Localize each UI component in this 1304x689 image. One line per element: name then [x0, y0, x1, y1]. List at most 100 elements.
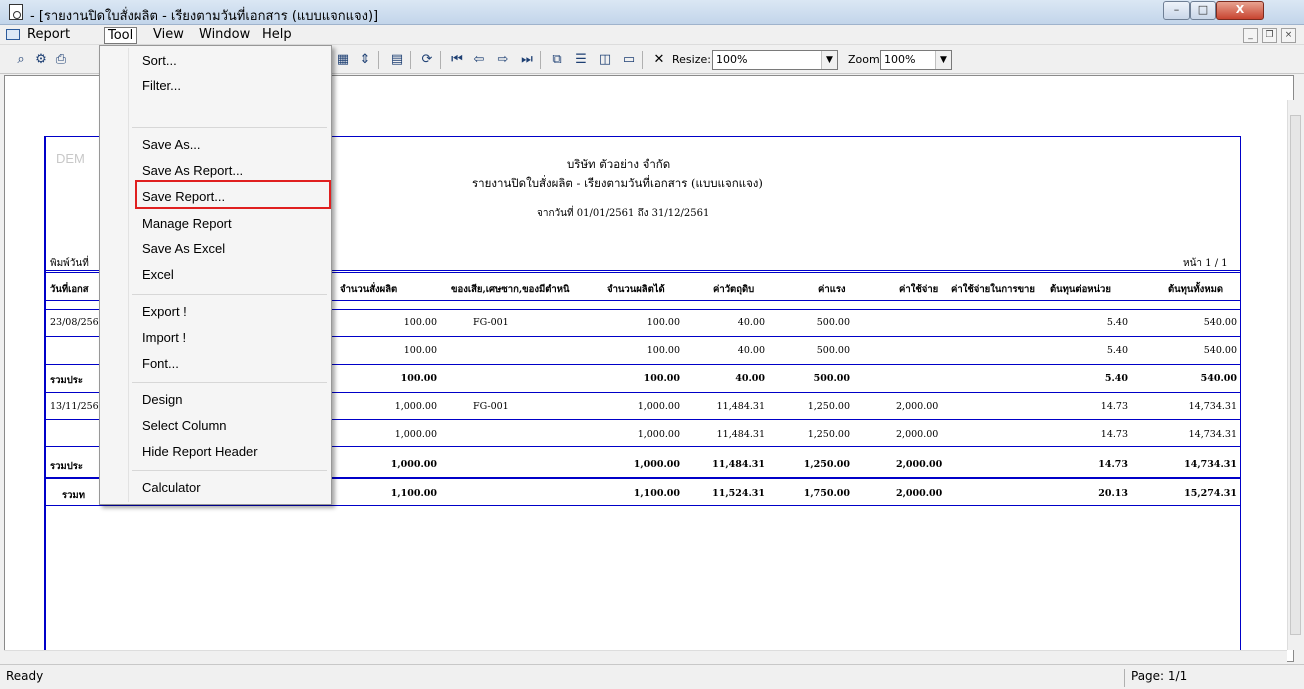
cell-unit-cost: 20.13 [1098, 488, 1128, 499]
mdi-close-button[interactable]: × [1281, 28, 1296, 43]
menu-item-design[interactable]: Design [142, 392, 182, 407]
status-page: Page: 1/1 [1124, 669, 1274, 687]
maximize-button[interactable]: □ [1190, 1, 1216, 20]
cell-order-qty: 100.00 [403, 317, 437, 328]
full-page-icon[interactable]: ▭ [620, 51, 638, 69]
cell-defect: FG-001 [473, 401, 509, 412]
menu-item-hide-report-header[interactable]: Hide Report Header [142, 444, 258, 459]
next-page-icon[interactable]: ⇨ [494, 51, 512, 69]
print-date-label: พิมพ์วันที่ [50, 258, 89, 269]
cell-labor: 500.00 [816, 345, 850, 356]
menu-item-filter[interactable]: Filter... [142, 78, 181, 93]
cell-order-qty: 1,000.00 [394, 429, 437, 440]
menu-item-save-as-excel[interactable]: Save As Excel [142, 241, 225, 256]
resize-label: Resize: [672, 53, 711, 66]
cell-date: 13/11/256 [50, 401, 99, 412]
menu-gutter [128, 48, 129, 502]
menu-item-sort[interactable]: Sort... [142, 53, 177, 68]
title-bar: - [รายงานปิดใบสั่งผลิต - เรียงตามวันที่เ… [0, 0, 1304, 25]
chevron-down-icon[interactable]: ▼ [935, 51, 951, 69]
col-header-defect: ของเสีย,เศษซาก,ของมีตำหนิ [451, 284, 570, 295]
scroll-thumb[interactable] [1290, 115, 1301, 635]
grid-icon[interactable]: ▦ [334, 51, 352, 69]
menu-item-manage-report[interactable]: Manage Report [142, 216, 232, 231]
minimize-button[interactable]: – [1163, 1, 1190, 20]
cell-date: รวมท [62, 490, 85, 501]
col-header-expense: ค่าใช้จ่าย [899, 284, 939, 295]
row-divider [46, 505, 1240, 506]
menu-item-save-as[interactable]: Save As... [142, 137, 201, 152]
toolbar-separator [440, 51, 441, 69]
cell-total-cost: 14,734.31 [1188, 401, 1237, 412]
report-preview-icon [9, 4, 23, 20]
cell-unit-cost: 5.40 [1106, 345, 1128, 356]
toolbar-separator [642, 51, 643, 69]
col-header-order-qty: จำนวนสั่งผลิต [340, 284, 398, 295]
document-window-icon[interactable] [6, 29, 20, 40]
menu-report[interactable]: Report [24, 27, 73, 44]
cell-unit-cost: 14.73 [1100, 429, 1128, 440]
cell-order-qty: 100.00 [403, 345, 437, 356]
preview-icon[interactable]: ⌕ [12, 51, 30, 69]
menu-view[interactable]: View [150, 27, 187, 44]
vertical-scrollbar[interactable] [1287, 100, 1302, 650]
multi-page-icon[interactable]: ⧉ [548, 51, 566, 69]
menu-item-save-as-report[interactable]: Save As Report... [142, 163, 243, 178]
close-button[interactable]: X [1216, 1, 1264, 20]
toolbar-separator [410, 51, 411, 69]
cell-total-cost: 540.00 [1200, 373, 1237, 384]
previous-page-icon[interactable]: ⇦ [470, 51, 488, 69]
print-icon[interactable]: ⎙ [52, 51, 70, 69]
menu-item-export[interactable]: Export ! [142, 304, 187, 319]
cell-defect: FG-001 [473, 317, 509, 328]
mdi-minimize-button[interactable]: _ [1243, 28, 1258, 43]
cell-labor: 500.00 [813, 373, 850, 384]
cell-order-qty: 1,000.00 [390, 459, 437, 470]
menu-tool[interactable]: Tool [104, 27, 138, 44]
horizontal-scrollbar[interactable] [4, 650, 1287, 662]
cell-total-cost: 14,734.31 [1184, 459, 1237, 470]
col-header-unit-cost: ต้นทุนต่อหน่วย [1050, 284, 1111, 295]
menu-item-select-column[interactable]: Select Column [142, 418, 227, 433]
setup-icon[interactable]: ⚙ [32, 51, 50, 69]
tool-menu-dropdown: Sort... Filter... Save As... Save As Rep… [99, 45, 332, 505]
cell-expense: 2,000.00 [896, 429, 939, 440]
refresh-icon[interactable]: ⟳ [418, 51, 436, 69]
col-header-labor: ค่าแรง [818, 284, 846, 295]
menu-window[interactable]: Window [196, 27, 253, 44]
menu-separator [132, 294, 327, 295]
menu-item-excel[interactable]: Excel [142, 267, 174, 282]
fit-height-icon[interactable]: ⇕ [356, 51, 374, 69]
col-header-total-cost: ต้นทุนทั้งหมด [1168, 284, 1224, 295]
menu-item-import[interactable]: Import ! [142, 330, 186, 345]
zoom-value: 100% [884, 53, 916, 66]
resize-select[interactable]: 100% ▼ [712, 50, 838, 70]
cell-unit-cost: 14.73 [1100, 401, 1128, 412]
cell-total-cost: 540.00 [1203, 317, 1237, 328]
cell-labor: 500.00 [816, 317, 850, 328]
zoom-label: Zoom: [848, 53, 884, 66]
mdi-restore-button[interactable]: ❐ [1262, 28, 1277, 43]
menu-item-font[interactable]: Font... [142, 356, 179, 371]
cell-unit-cost: 14.73 [1098, 459, 1128, 470]
two-pages-icon[interactable]: ◫ [596, 51, 614, 69]
cell-order-qty: 1,000.00 [394, 401, 437, 412]
menu-item-calculator[interactable]: Calculator [142, 480, 201, 495]
last-page-icon[interactable]: ⏭ [518, 51, 536, 69]
window-title: - [รายงานปิดใบสั่งผลิต - เรียงตามวันที่เ… [30, 9, 379, 24]
cell-unit-cost: 5.40 [1106, 317, 1128, 328]
cell-order-qty: 100.00 [400, 373, 437, 384]
calculator-icon[interactable]: ▤ [388, 51, 406, 69]
zoom-select[interactable]: 100% ▼ [880, 50, 952, 70]
menu-help[interactable]: Help [259, 27, 295, 44]
toolbar-separator [540, 51, 541, 69]
cell-total-cost: 540.00 [1203, 345, 1237, 356]
cell-total-cost: 14,734.31 [1188, 429, 1237, 440]
cell-unit-cost: 5.40 [1104, 373, 1128, 384]
chevron-down-icon[interactable]: ▼ [821, 51, 837, 69]
close-preview-icon[interactable]: ✕ [650, 51, 668, 69]
first-page-icon[interactable]: ⏮ [448, 51, 466, 69]
page-width-icon[interactable]: ☰ [572, 51, 590, 69]
cell-date: รวมประ [50, 375, 83, 386]
cell-order-qty: 1,100.00 [390, 488, 437, 499]
